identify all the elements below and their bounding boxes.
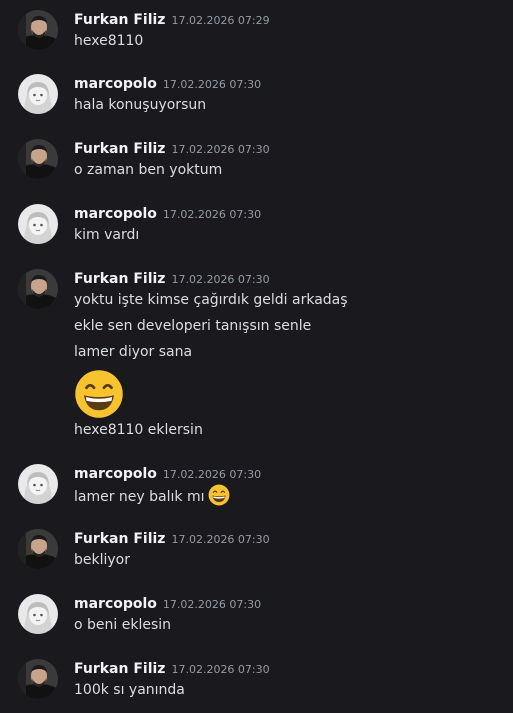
- timestamp: 17.02.2026 07:29: [171, 14, 270, 27]
- username[interactable]: marcopolo: [74, 76, 157, 92]
- username[interactable]: Furkan Filiz: [74, 661, 165, 677]
- avatar-image: [18, 269, 58, 309]
- username[interactable]: Furkan Filiz: [74, 271, 165, 287]
- marcopolo-avatar[interactable]: [18, 594, 58, 634]
- message-header: marcopolo 17.02.2026 07:30: [74, 72, 261, 94]
- timestamp: 17.02.2026 07:30: [162, 78, 262, 91]
- marcopolo-avatar[interactable]: [18, 204, 58, 244]
- furkan-avatar[interactable]: [18, 269, 58, 309]
- furkan-avatar[interactable]: [18, 659, 58, 699]
- message-header: Furkan Filiz 17.02.2026 07:29: [74, 8, 270, 30]
- timestamp: 17.02.2026 07:30: [162, 598, 262, 611]
- timestamp: 17.02.2026 07:30: [162, 468, 262, 481]
- timestamp: 17.02.2026 07:30: [171, 273, 270, 286]
- avatar-image: [18, 659, 58, 699]
- furkan-avatar[interactable]: [18, 139, 58, 179]
- message-text: bekliyor: [74, 552, 130, 568]
- message-text: hexe8110 eklersin: [74, 422, 203, 438]
- furkan-avatar[interactable]: [18, 10, 58, 50]
- avatar-image: [18, 464, 58, 504]
- grinning-face-icon: [208, 484, 230, 506]
- avatar-image: [18, 204, 58, 244]
- message-list: Furkan Filiz 17.02.2026 07:29 hexe8110 ma…: [0, 0, 513, 713]
- furkan-avatar[interactable]: [18, 529, 58, 569]
- timestamp: 17.02.2026 07:30: [171, 143, 270, 156]
- message-header: marcopolo 17.02.2026 07:30: [74, 462, 261, 484]
- message-text: lamer diyor sana: [74, 344, 193, 360]
- grinning-face-emoji[interactable]: [74, 369, 124, 423]
- username[interactable]: Furkan Filiz: [74, 531, 165, 547]
- grinning-face-icon: [74, 369, 124, 419]
- avatar-image: [18, 10, 58, 50]
- avatar-image: [18, 139, 58, 179]
- message-header: marcopolo 17.02.2026 07:30: [74, 592, 261, 614]
- message-header: marcopolo 17.02.2026 07:30: [74, 202, 261, 224]
- username[interactable]: Furkan Filiz: [74, 12, 165, 28]
- avatar-image: [18, 529, 58, 569]
- avatar-image: [18, 594, 58, 634]
- username[interactable]: marcopolo: [74, 466, 157, 482]
- marcopolo-avatar[interactable]: [18, 74, 58, 114]
- message-text: o beni eklesin: [74, 617, 172, 633]
- message-text: kim vardı: [74, 227, 140, 243]
- message-header: Furkan Filiz 17.02.2026 07:30: [74, 267, 270, 289]
- message-text: lamer ney balık mı: [74, 484, 230, 506]
- timestamp: 17.02.2026 07:30: [171, 533, 270, 546]
- username[interactable]: Furkan Filiz: [74, 141, 165, 157]
- message-text: o zaman ben yoktum: [74, 162, 223, 178]
- avatar-image: [18, 74, 58, 114]
- grinning-face-emoji[interactable]: [208, 484, 230, 513]
- message-text: yoktu işte kimse çağırdık geldi arkadaş: [74, 292, 348, 308]
- message-header: Furkan Filiz 17.02.2026 07:30: [74, 657, 270, 679]
- message-header: Furkan Filiz 17.02.2026 07:30: [74, 527, 270, 549]
- message-text: hexe8110: [74, 33, 144, 49]
- message-text: hala konuşuyorsun: [74, 97, 207, 113]
- message-header: Furkan Filiz 17.02.2026 07:30: [74, 137, 270, 159]
- message-text: ekle sen developeri tanışsın senle: [74, 318, 312, 334]
- marcopolo-avatar[interactable]: [18, 464, 58, 504]
- message-text: 100k sı yanında: [74, 682, 185, 698]
- username[interactable]: marcopolo: [74, 596, 157, 612]
- username[interactable]: marcopolo: [74, 206, 157, 222]
- timestamp: 17.02.2026 07:30: [171, 663, 270, 676]
- message-text-content: lamer ney balık mı: [74, 489, 205, 505]
- timestamp: 17.02.2026 07:30: [162, 208, 262, 221]
